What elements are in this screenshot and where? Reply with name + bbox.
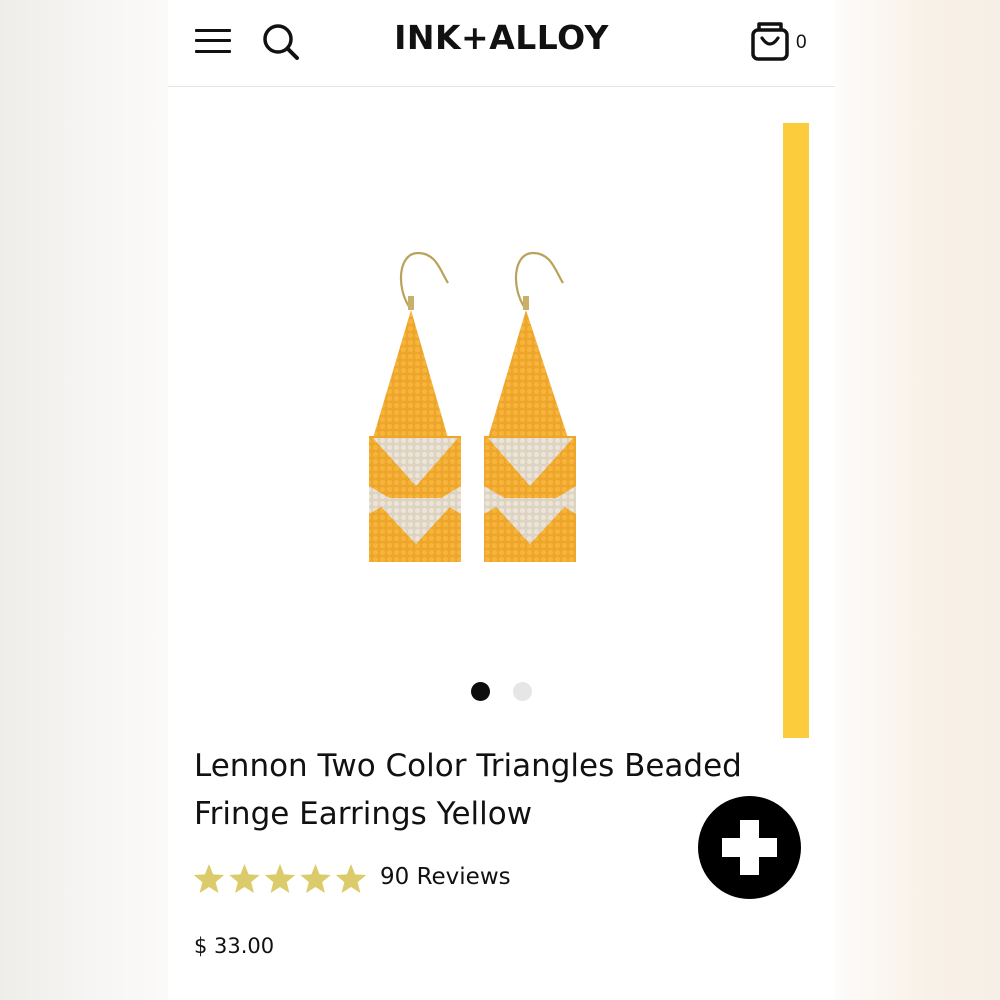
scrollbar-indicator[interactable] — [783, 123, 809, 738]
star-rating — [193, 864, 367, 893]
plus-icon — [722, 820, 777, 875]
pager-dot-1[interactable] — [471, 682, 490, 701]
phone-screen: INK+ALLOY 0 Lennon Two Color Triangles B… — [168, 0, 835, 1000]
product-image-gallery[interactable] — [168, 88, 835, 733]
product-title-line2: Fringe Earrings Yellow — [194, 796, 533, 832]
cart-count-badge: 0 — [796, 32, 807, 53]
site-logo[interactable]: INK+ALLOY — [328, 18, 675, 57]
shopping-bag-icon — [751, 22, 789, 61]
cart-button[interactable]: 0 — [750, 20, 810, 64]
background-right — [835, 0, 1000, 1000]
product-image — [369, 251, 576, 562]
star-icon — [300, 864, 331, 893]
site-header: INK+ALLOY 0 — [168, 0, 835, 87]
add-button[interactable] — [698, 796, 801, 899]
star-icon — [193, 864, 225, 893]
background-left — [0, 0, 168, 1000]
left-earring — [369, 251, 461, 562]
hamburger-menu-icon[interactable] — [195, 27, 231, 55]
product-title: Lennon Two Color Triangles Beaded Fringe… — [194, 742, 764, 838]
product-price: $ 33.00 — [194, 934, 275, 958]
search-icon[interactable] — [261, 22, 301, 62]
pager-dot-2[interactable] — [513, 682, 532, 701]
star-icon — [229, 864, 260, 893]
star-icon — [335, 864, 367, 893]
product-title-line1: Lennon Two Color Triangles Beaded — [194, 748, 742, 784]
reviews-link[interactable]: 90 Reviews — [380, 864, 511, 890]
gallery-pager — [468, 682, 538, 704]
right-earring — [484, 251, 576, 562]
star-icon — [264, 864, 296, 893]
